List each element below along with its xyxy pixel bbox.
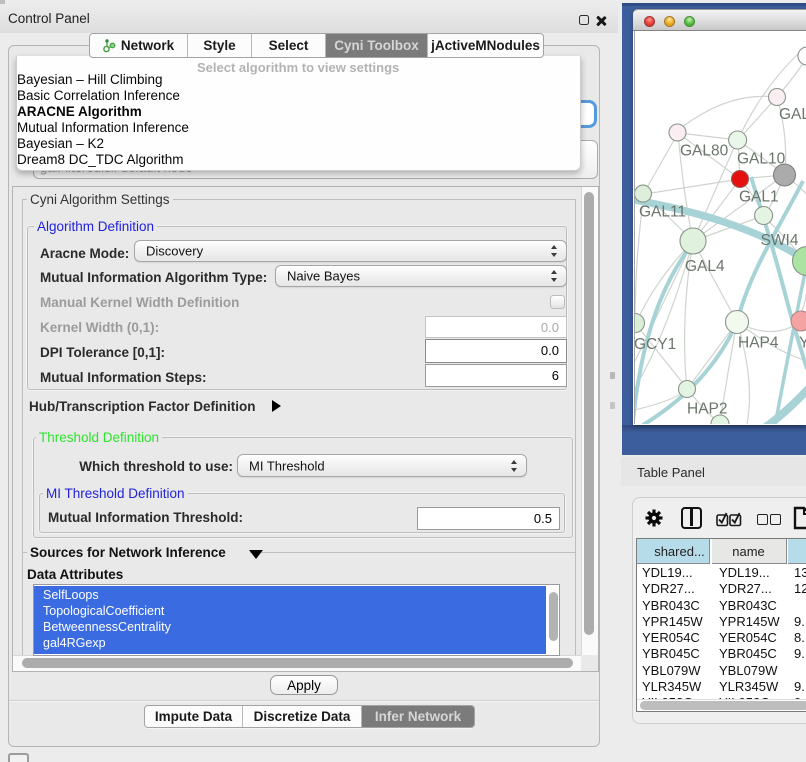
svg-text:YE: YE [799, 335, 806, 352]
svg-text:HAP2: HAP2 [687, 401, 728, 418]
svg-text:GCY1: GCY1 [635, 336, 676, 353]
svg-text:GAL11: GAL11 [639, 204, 686, 221]
svg-text:GAL10: GAL10 [737, 151, 786, 168]
svg-text:HAP4: HAP4 [738, 335, 779, 352]
svg-text:GAL4: GAL4 [685, 258, 725, 275]
svg-text:GAL1: GAL1 [739, 189, 779, 206]
svg-text:SWI4: SWI4 [761, 232, 799, 249]
svg-text:GAL80: GAL80 [680, 143, 729, 160]
svg-text:GAL2: GAL2 [779, 106, 806, 123]
